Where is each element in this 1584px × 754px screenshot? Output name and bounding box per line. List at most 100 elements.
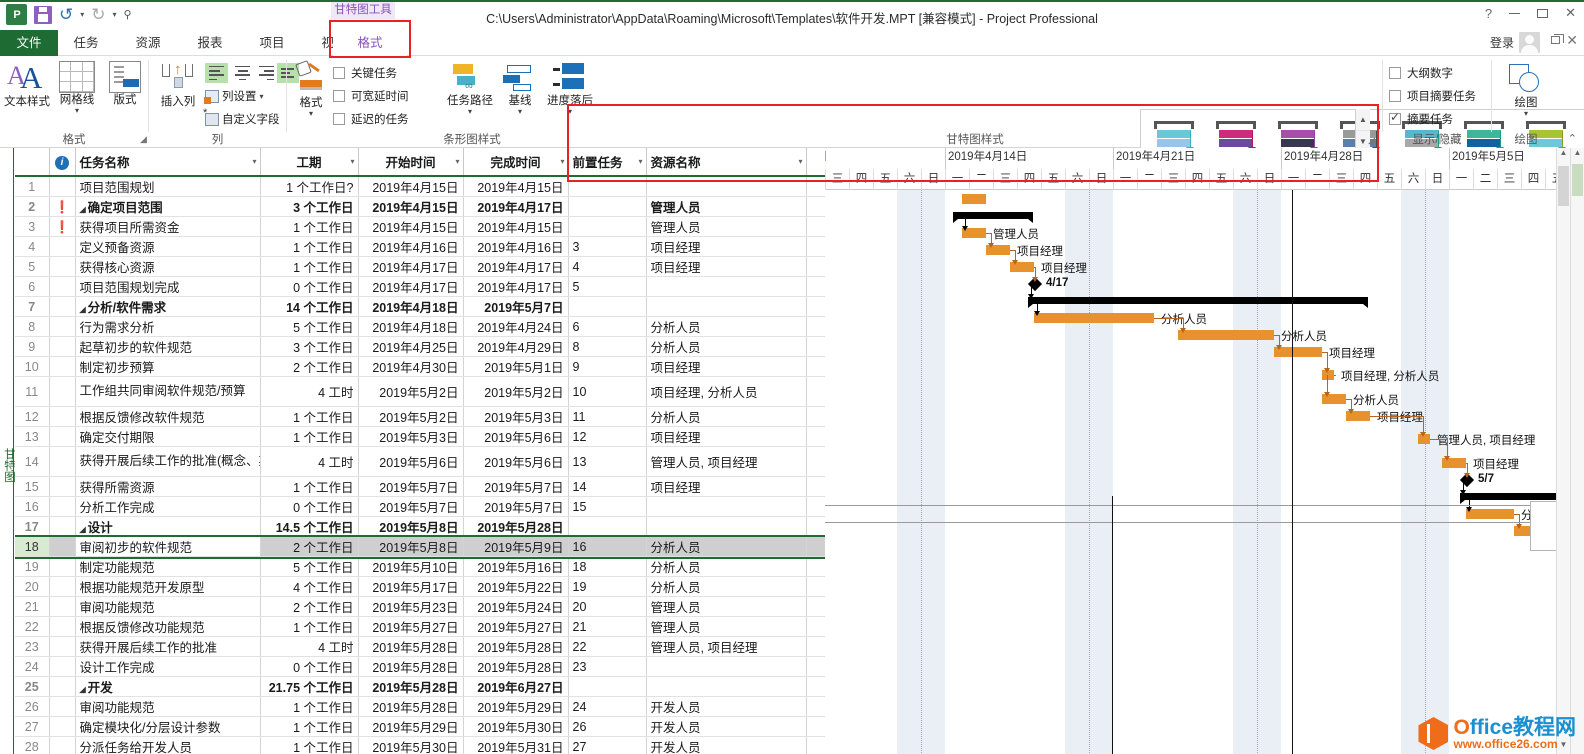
- row-indicator[interactable]: [49, 636, 76, 657]
- cell-task-name[interactable]: 获得核心资源: [75, 256, 261, 277]
- cell-predecessors[interactable]: 26: [568, 716, 647, 737]
- late-tasks-checkbox[interactable]: 延迟的任务: [333, 111, 409, 127]
- cell-task-name[interactable]: 分析工作完成: [75, 496, 261, 517]
- row-indicator[interactable]: [49, 596, 76, 617]
- gantt-styles-dialog-launcher[interactable]: ◢: [1368, 135, 1375, 146]
- row-id[interactable]: 27: [15, 716, 50, 737]
- cell-predecessors[interactable]: [568, 216, 647, 237]
- cell-duration[interactable]: 2 个工作日: [260, 596, 359, 617]
- row-indicator[interactable]: [49, 316, 76, 337]
- row-id[interactable]: 2: [15, 196, 50, 217]
- cell-predecessors[interactable]: 15: [568, 496, 647, 517]
- table-row[interactable]: 22 根据反馈修改功能规范 1 个工作日 2019年5月27日 2019年5月27日 21…: [15, 616, 825, 637]
- cell-predecessors[interactable]: 18: [568, 556, 647, 577]
- table-row[interactable]: 8 行为需求分析 5 个工作日 2019年4月18日 2019年4月24日 6 分析人员: [15, 316, 825, 337]
- row-id[interactable]: 5: [15, 256, 50, 277]
- gantt-canvas[interactable]: 管理人员 项目经理 项目经理 4/17 分析人员 分析人员 项目经理 项目经理, 分析人员 分析…: [825, 190, 1570, 754]
- cell-task-name[interactable]: ◢ 分析/软件需求: [75, 296, 261, 317]
- row-id[interactable]: 21: [15, 596, 50, 617]
- row-id[interactable]: 24: [15, 656, 50, 677]
- row-indicator[interactable]: [49, 616, 76, 637]
- collapse-twisty-icon[interactable]: ◢: [80, 685, 86, 694]
- cell-finish[interactable]: 2019年4月16日: [463, 236, 569, 257]
- gantt-chart-pane[interactable]: 月7日2019年4月14日2019年4月21日2019年4月28日2019年5月…: [825, 148, 1570, 754]
- close-document-icon[interactable]: ✕: [1566, 32, 1578, 49]
- row-id[interactable]: 7: [15, 296, 50, 317]
- table-row[interactable]: 19 制定功能规范 5 个工作日 2019年5月10日 2019年5月16日 18 分析人员: [15, 556, 825, 577]
- draw-button[interactable]: 绘图 ▾: [1504, 64, 1548, 118]
- cell-predecessors[interactable]: 4: [568, 256, 647, 277]
- cell-finish[interactable]: 2019年4月17日: [463, 276, 569, 297]
- cell-duration[interactable]: 5 个工作日: [260, 556, 359, 577]
- cell-start[interactable]: 2019年4月25日: [358, 336, 464, 357]
- outline-number-checkbox[interactable]: 大纲数字: [1389, 65, 1453, 81]
- cell-start[interactable]: 2019年4月18日: [358, 296, 464, 317]
- window-scroll-up-icon[interactable]: ▲: [1571, 148, 1584, 163]
- cell-task-name[interactable]: 工作组共同审阅软件规范/预算: [75, 376, 261, 407]
- cell-task-name[interactable]: 定义预备资源: [75, 236, 261, 257]
- cell-finish[interactable]: 2019年5月7日: [463, 476, 569, 497]
- cell-predecessors[interactable]: [568, 516, 647, 537]
- chart-vertical-scrollbar[interactable]: ▲ ▼: [1556, 148, 1570, 754]
- row-indicator[interactable]: [49, 656, 76, 677]
- cell-task-name[interactable]: 行为需求分析: [75, 316, 261, 337]
- task-path-dropdown-icon[interactable]: ▾: [445, 108, 495, 116]
- row-indicator[interactable]: [49, 676, 76, 697]
- cell-start[interactable]: 2019年5月10日: [358, 556, 464, 577]
- table-row[interactable]: 17 ◢ 设计 14.5 个工作日 2019年5月8日 2019年5月28日: [15, 516, 825, 537]
- cell-predecessors[interactable]: 12: [568, 426, 647, 447]
- table-row[interactable]: 9 起草初步的软件规范 3 个工作日 2019年4月25日 2019年4月29日 8 分析人…: [15, 336, 825, 357]
- slack-checkbox-box[interactable]: [333, 90, 345, 102]
- table-row[interactable]: 24 设计工作完成 0 个工作日 2019年5月28日 2019年5月28日 23: [15, 656, 825, 677]
- row-id[interactable]: 19: [15, 556, 50, 577]
- cell-task-name[interactable]: 确定模块化/分层设计参数: [75, 716, 261, 737]
- gantt-task-bar[interactable]: [1178, 330, 1274, 340]
- cell-duration[interactable]: 4 工时: [260, 636, 359, 657]
- cell-resource-names[interactable]: [646, 676, 807, 697]
- cell-finish[interactable]: 2019年5月28日: [463, 516, 569, 537]
- cell-start[interactable]: 2019年5月28日: [358, 636, 464, 657]
- cell-finish[interactable]: 2019年5月27日: [463, 616, 569, 637]
- table-row[interactable]: 1 项目范围规划 1 个工作日? 2019年4月15日 2019年4月15日: [15, 176, 825, 197]
- cell-resource-names[interactable]: 项目经理: [646, 356, 807, 377]
- cell-duration[interactable]: 2 个工作日: [260, 536, 359, 557]
- cell-resource-names[interactable]: 项目经理: [646, 256, 807, 277]
- row-id[interactable]: 22: [15, 616, 50, 637]
- cell-finish[interactable]: 2019年5月1日: [463, 356, 569, 377]
- cell-task-name[interactable]: 分派任务给开发人员: [75, 736, 261, 754]
- table-row[interactable]: 11 工作组共同审阅软件规范/预算 4 工时 2019年5月2日 2019年5月2日 10…: [15, 376, 825, 407]
- cell-start[interactable]: 2019年5月28日: [358, 656, 464, 677]
- cell-duration[interactable]: 1 个工作日: [260, 716, 359, 737]
- layout-button[interactable]: 版式: [104, 61, 146, 107]
- cell-duration[interactable]: 0 个工作日: [260, 276, 359, 297]
- cell-start[interactable]: 2019年5月8日: [358, 516, 464, 537]
- cell-start[interactable]: 2019年4月30日: [358, 356, 464, 377]
- cell-duration[interactable]: 1 个工作日: [260, 256, 359, 277]
- row-indicator[interactable]: [49, 426, 76, 447]
- cell-resource-names[interactable]: 分析人员: [646, 536, 807, 557]
- cell-finish[interactable]: 2019年5月30日: [463, 716, 569, 737]
- row-id[interactable]: 23: [15, 636, 50, 657]
- cell-resource-names[interactable]: [646, 496, 807, 517]
- row-indicator[interactable]: [49, 736, 76, 754]
- cell-duration[interactable]: 1 个工作日: [260, 476, 359, 497]
- cell-duration[interactable]: 4 个工作日: [260, 576, 359, 597]
- cell-start[interactable]: 2019年4月16日: [358, 236, 464, 257]
- cell-predecessors[interactable]: 21: [568, 616, 647, 637]
- row-indicator[interactable]: [49, 516, 76, 537]
- sign-in-link[interactable]: 登录: [1490, 34, 1514, 51]
- filter-dropdown-icon[interactable]: ▾: [798, 157, 802, 166]
- row-id[interactable]: 15: [15, 476, 50, 497]
- col-header-finish[interactable]: 完成时间 ▾: [463, 148, 569, 177]
- table-row[interactable]: 10 制定初步预算 2 个工作日 2019年4月30日 2019年5月1日 9 项目经理: [15, 356, 825, 377]
- restore-ribbon-icon[interactable]: [1551, 34, 1564, 44]
- cell-start[interactable]: 2019年5月17日: [358, 576, 464, 597]
- cell-task-name[interactable]: 根据反馈修改功能规范: [75, 616, 261, 637]
- gallery-scroll-up-icon[interactable]: ▲: [1356, 109, 1370, 131]
- cell-predecessors[interactable]: [568, 196, 647, 217]
- late-tasks-checkbox-box[interactable]: [333, 113, 345, 125]
- project-summary-task-checkbox-box[interactable]: [1389, 90, 1401, 102]
- cell-task-name[interactable]: 审阅功能规范: [75, 696, 261, 717]
- cell-resource-names[interactable]: 开发人员: [646, 716, 807, 737]
- gantt-task-bar[interactable]: [1466, 509, 1514, 519]
